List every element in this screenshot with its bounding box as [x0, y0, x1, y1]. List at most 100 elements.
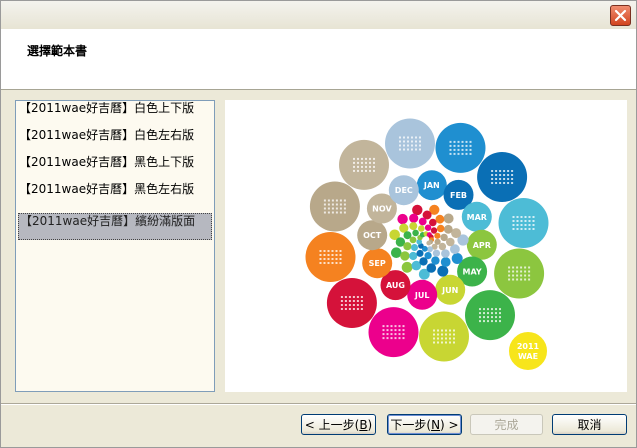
calendar-date-dot	[344, 308, 347, 310]
calendar-date-dot	[511, 170, 514, 172]
calendar-date-dot	[524, 274, 527, 277]
cancel-button[interactable]: 取消	[552, 414, 627, 435]
calendar-date-dot	[399, 136, 401, 139]
calendar-date-dot	[323, 250, 326, 252]
calendar-date-dot	[528, 224, 531, 226]
calendar-date-dot	[356, 296, 359, 298]
spiral-dot	[430, 227, 438, 234]
calendar-date-dot	[457, 152, 460, 155]
calendar-date-dot	[419, 136, 421, 139]
calendar-date-dot	[390, 329, 393, 332]
calendar-date-dot	[339, 262, 342, 264]
calendar-date-dot	[479, 320, 481, 323]
month-label: NOV	[372, 205, 392, 214]
calendar-date-dot	[343, 199, 346, 202]
calendar-date-dot	[524, 278, 527, 281]
calendar-date-dot	[491, 312, 493, 315]
calendar-date-dot	[445, 333, 447, 336]
calendar-date-dot	[491, 320, 493, 323]
calendar-date-dot	[398, 337, 401, 340]
finish-button: 完成	[470, 414, 543, 435]
calendar-date-dot	[487, 316, 489, 319]
calendar-date-dot	[520, 216, 523, 218]
calendar-date-dot	[340, 308, 343, 310]
next-button-label: 下一步(	[390, 418, 432, 432]
calendar-month-circle	[305, 232, 356, 282]
calendar-date-dot	[512, 224, 515, 226]
calendar-date-dot	[495, 308, 497, 311]
calendar-date-dot	[532, 216, 535, 218]
calendar-date-dot	[512, 220, 515, 222]
calendar-date-dot	[453, 333, 455, 336]
calendar-date-dot	[369, 157, 371, 160]
calendar-date-dot	[520, 278, 523, 281]
calendar-date-dot	[487, 320, 489, 323]
calendar-date-dot	[524, 220, 527, 222]
list-item[interactable]: 【2011wae好吉曆】黑色上下版	[18, 155, 212, 182]
list-item[interactable]: 【2011wae好吉曆】白色上下版	[18, 101, 212, 128]
calendar-date-dot	[327, 207, 330, 210]
calendar-date-dot	[465, 140, 468, 143]
close-button[interactable]	[610, 5, 631, 26]
spiral-dot	[400, 251, 410, 261]
calendar-date-dot	[528, 228, 531, 230]
calendar-date-dot	[343, 207, 346, 210]
calendar-date-dot	[495, 174, 498, 176]
calendar-date-dot	[340, 300, 343, 302]
calendar-date-dot	[348, 304, 351, 306]
calendar-date-dot	[403, 136, 405, 139]
calendar-date-dot	[407, 136, 409, 139]
calendar-date-dot	[511, 178, 514, 180]
calendar-date-dot	[528, 274, 531, 277]
calendar-date-dot	[499, 170, 502, 172]
calendar-date-dot	[415, 144, 417, 147]
calendar-date-dot	[369, 165, 371, 168]
template-preview: JAN FEB MAR APR MAY JUN JUL AUG SEP OCT NOV DEC 2011…	[225, 100, 627, 392]
calendar-date-dot	[461, 144, 464, 147]
calendar-date-dot	[411, 136, 413, 139]
calendar-date-dot	[495, 316, 497, 319]
calendar-date-dot	[390, 325, 393, 328]
month-label: AUG	[386, 281, 405, 290]
calendar-date-dot	[331, 203, 334, 206]
spiral-dot	[443, 213, 454, 224]
template-list[interactable]: 【2011wae好吉曆】白色上下版 【2011wae好吉曆】白色左右版 【201…	[15, 100, 215, 392]
calendar-date-dot	[499, 312, 501, 315]
back-button[interactable]: < 上一步(B)	[301, 414, 376, 435]
calendar-date-dot	[508, 274, 511, 277]
calendar-date-dot	[386, 333, 389, 336]
calendar-date-dot	[361, 161, 363, 164]
list-item[interactable]: 【2011wae好吉曆】黑色左右版	[18, 182, 212, 209]
calendar-date-dot	[373, 165, 375, 168]
calendar-date-dot	[361, 165, 363, 168]
calendar-date-dot	[327, 262, 330, 264]
calendar-date-dot	[353, 161, 355, 164]
calendar-date-dot	[365, 157, 367, 160]
calendar-date-dot	[507, 174, 510, 176]
spiral-dot	[440, 257, 451, 267]
next-button[interactable]: 下一步(N) >	[387, 414, 462, 435]
calendar-date-dot	[532, 220, 535, 222]
calendar-date-dot	[453, 140, 456, 143]
calendar-date-dot	[449, 341, 451, 344]
calendar-date-dot	[382, 337, 385, 340]
month-label: JAN	[423, 181, 440, 190]
calendar-date-dot	[327, 250, 330, 252]
calendar-month-circle	[339, 139, 389, 190]
calendar-date-dot	[445, 337, 447, 340]
calendar-date-dot	[528, 220, 531, 222]
year-badge-brand: WAE	[518, 352, 538, 361]
calendar-date-dot	[339, 250, 342, 252]
calendar-date-dot	[449, 148, 452, 151]
list-item-selected[interactable]: 【2011wae好吉曆】繽紛滿版面	[18, 213, 212, 240]
list-item[interactable]: 【2011wae好吉曆】白色左右版	[18, 128, 212, 155]
calendar-date-dot	[465, 152, 468, 155]
back-button-accesskey: B	[359, 417, 368, 432]
calendar-date-dot	[516, 266, 519, 269]
calendar-date-dot	[373, 169, 375, 172]
calendar-date-dot	[323, 258, 326, 260]
calendar-date-dot	[469, 144, 472, 147]
calendar-date-dot	[419, 144, 421, 147]
calendar-date-dot	[353, 157, 355, 160]
calendar-date-dot	[323, 254, 326, 256]
